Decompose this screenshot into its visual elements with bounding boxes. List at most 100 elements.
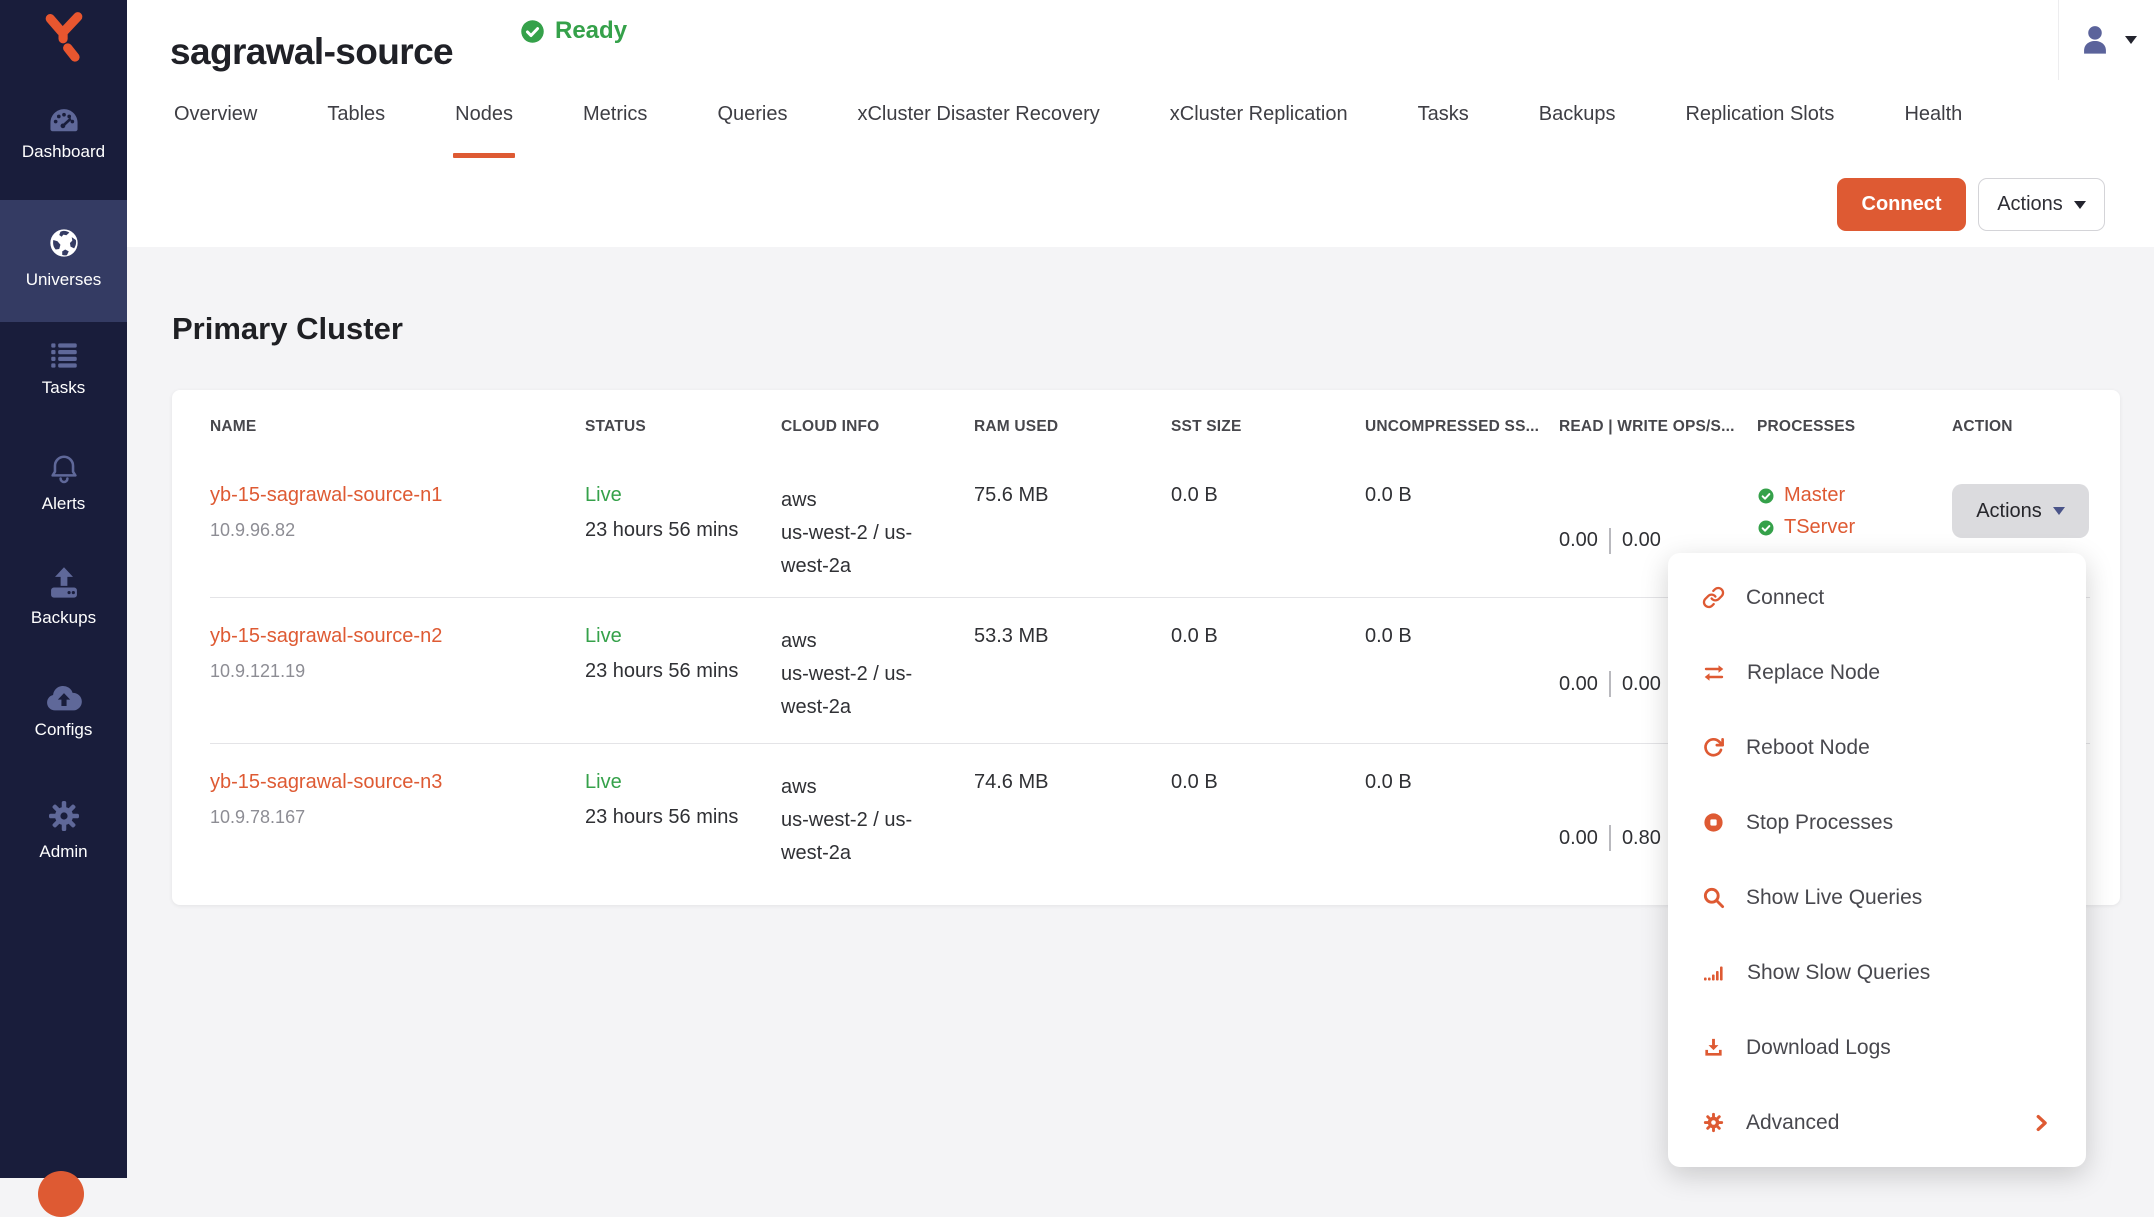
node-name-link[interactable]: yb-15-sagrawal-source-n1 [210,484,585,507]
task-list-icon [47,340,81,370]
sidebar-item-universes[interactable]: Universes [0,200,127,322]
cloud-provider: aws [781,771,974,804]
read-ops-value: 0.00 [1559,673,1598,696]
menu-item-connect[interactable]: Connect [1668,560,2086,635]
cloud-provider: aws [781,484,974,517]
yugabyte-logo-icon [42,10,86,62]
chevron-down-icon [2074,201,2086,209]
status-badge-label: Ready [555,17,627,45]
value-separator [1609,671,1611,697]
connect-button[interactable]: Connect [1837,178,1966,231]
sidebar-item-label: Backups [0,608,127,628]
cloud-zone: west-2a [781,837,974,870]
sidebar-item-label: Tasks [0,378,127,398]
universe-actions-button[interactable]: Actions [1978,178,2105,231]
sidebar-item-label: Configs [0,720,127,740]
sidebar-item-label: Universes [0,270,127,290]
universe-header: sagrawal-source Ready Overview [127,0,2154,248]
chevron-right-icon [2030,1112,2052,1134]
column-header-status: STATUS [585,418,781,456]
column-header-uncompressed-sst: UNCOMPRESSED SS... [1365,418,1559,456]
uncompressed-sst-value: 0.0 B [1365,484,1559,597]
status-badge: Ready [519,17,627,45]
node-uptime: 23 hours 56 mins [585,806,781,829]
read-ops-value: 0.00 [1559,827,1598,850]
tab-queries[interactable]: Queries [717,103,787,126]
tab-nodes[interactable]: Nodes [455,103,513,126]
process-label[interactable]: Master [1784,484,1845,507]
tab-tasks[interactable]: Tasks [1418,103,1469,126]
page-title: sagrawal-source [170,31,453,73]
menu-item-download-logs[interactable]: Download Logs [1668,1010,2086,1085]
stop-circle-icon [1702,811,1725,834]
uncompressed-sst-value: 0.0 B [1365,771,1559,905]
menu-item-label: Connect [1746,586,1824,610]
sidebar-item-configs[interactable]: Configs [0,682,127,740]
menu-item-show-live-queries[interactable]: Show Live Queries [1668,860,2086,935]
node-status: Live [585,484,781,507]
ram-used-value: 53.3 MB [974,625,1171,743]
cloud-zone: us-west-2 / us- [781,658,974,691]
node-name-link[interactable]: yb-15-sagrawal-source-n2 [210,625,585,648]
cloud-provider: aws [781,625,974,658]
sidebar-item-dashboard[interactable]: Dashboard [0,108,127,162]
tab-backups[interactable]: Backups [1539,103,1616,126]
menu-item-label: Download Logs [1746,1036,1891,1060]
write-ops-value: 0.00 [1622,673,1661,696]
sidebar-item-label: Alerts [0,494,127,514]
menu-item-label: Show Slow Queries [1747,961,1930,985]
value-separator [1609,528,1611,554]
person-icon [2076,21,2114,59]
menu-item-show-slow-queries[interactable]: Show Slow Queries [1668,935,2086,1010]
node-name-link[interactable]: yb-15-sagrawal-source-n3 [210,771,585,794]
download-icon [1702,1036,1725,1059]
tab-overview[interactable]: Overview [174,103,257,126]
sidebar-item-alerts[interactable]: Alerts [0,452,127,514]
header-actions: Connect Actions [1837,178,2105,231]
swap-arrows-icon [1702,661,1726,685]
uncompressed-sst-value: 0.0 B [1365,625,1559,743]
menu-item-label: Advanced [1746,1111,1839,1135]
menu-item-reboot-node[interactable]: Reboot Node [1668,710,2086,785]
sidebar-item-admin[interactable]: Admin [0,798,127,862]
user-menu[interactable] [2058,0,2154,80]
read-ops-value: 0.00 [1559,529,1598,552]
menu-item-label: Reboot Node [1746,736,1870,760]
column-header-action: ACTION [1952,418,2120,456]
tab-metrics[interactable]: Metrics [583,103,647,126]
chevron-down-icon [2053,507,2065,515]
tab-xcluster-disaster-recovery[interactable]: xCluster Disaster Recovery [857,103,1099,126]
menu-item-stop-processes[interactable]: Stop Processes [1668,785,2086,860]
universe-actions-label: Actions [1997,193,2063,216]
cloud-zone: us-west-2 / us- [781,804,974,837]
yugabyte-logo[interactable] [0,10,127,67]
cloud-zone: west-2a [781,550,974,583]
check-circle-icon [1757,487,1775,505]
sidebar-item-label: Admin [0,842,127,862]
node-actions-button[interactable]: Actions [1952,484,2089,538]
node-ip: 10.9.121.19 [210,661,585,682]
menu-item-advanced[interactable]: Advanced [1668,1085,2086,1160]
sidebar-item-backups[interactable]: Backups [0,566,127,628]
gear-icon [1702,1111,1725,1134]
column-header-sst-size: SST SIZE [1171,418,1365,456]
menu-item-replace-node[interactable]: Replace Node [1668,635,2086,710]
bell-icon [47,452,81,486]
tab-health[interactable]: Health [1904,103,1962,126]
menu-item-label: Replace Node [1747,661,1880,685]
tab-replication-slots[interactable]: Replication Slots [1685,103,1834,126]
tab-tables[interactable]: Tables [327,103,385,126]
table-header-row: NAME STATUS CLOUD INFO RAM USED SST SIZE… [172,390,2120,456]
tab-xcluster-replication[interactable]: xCluster Replication [1170,103,1348,126]
node-uptime: 23 hours 56 mins [585,519,781,542]
menu-item-label: Show Live Queries [1746,886,1922,910]
column-header-ram-used: RAM USED [974,418,1171,456]
backup-upload-icon [46,566,82,600]
process-label[interactable]: TServer [1784,516,1855,539]
cloud-zone: west-2a [781,691,974,724]
value-separator [1609,825,1611,851]
universe-tabs: Overview Tables Nodes Metrics Queries xC… [174,103,1962,126]
sidebar-item-tasks[interactable]: Tasks [0,340,127,398]
reboot-icon [1702,736,1725,759]
node-actions-label: Actions [1976,500,2042,523]
